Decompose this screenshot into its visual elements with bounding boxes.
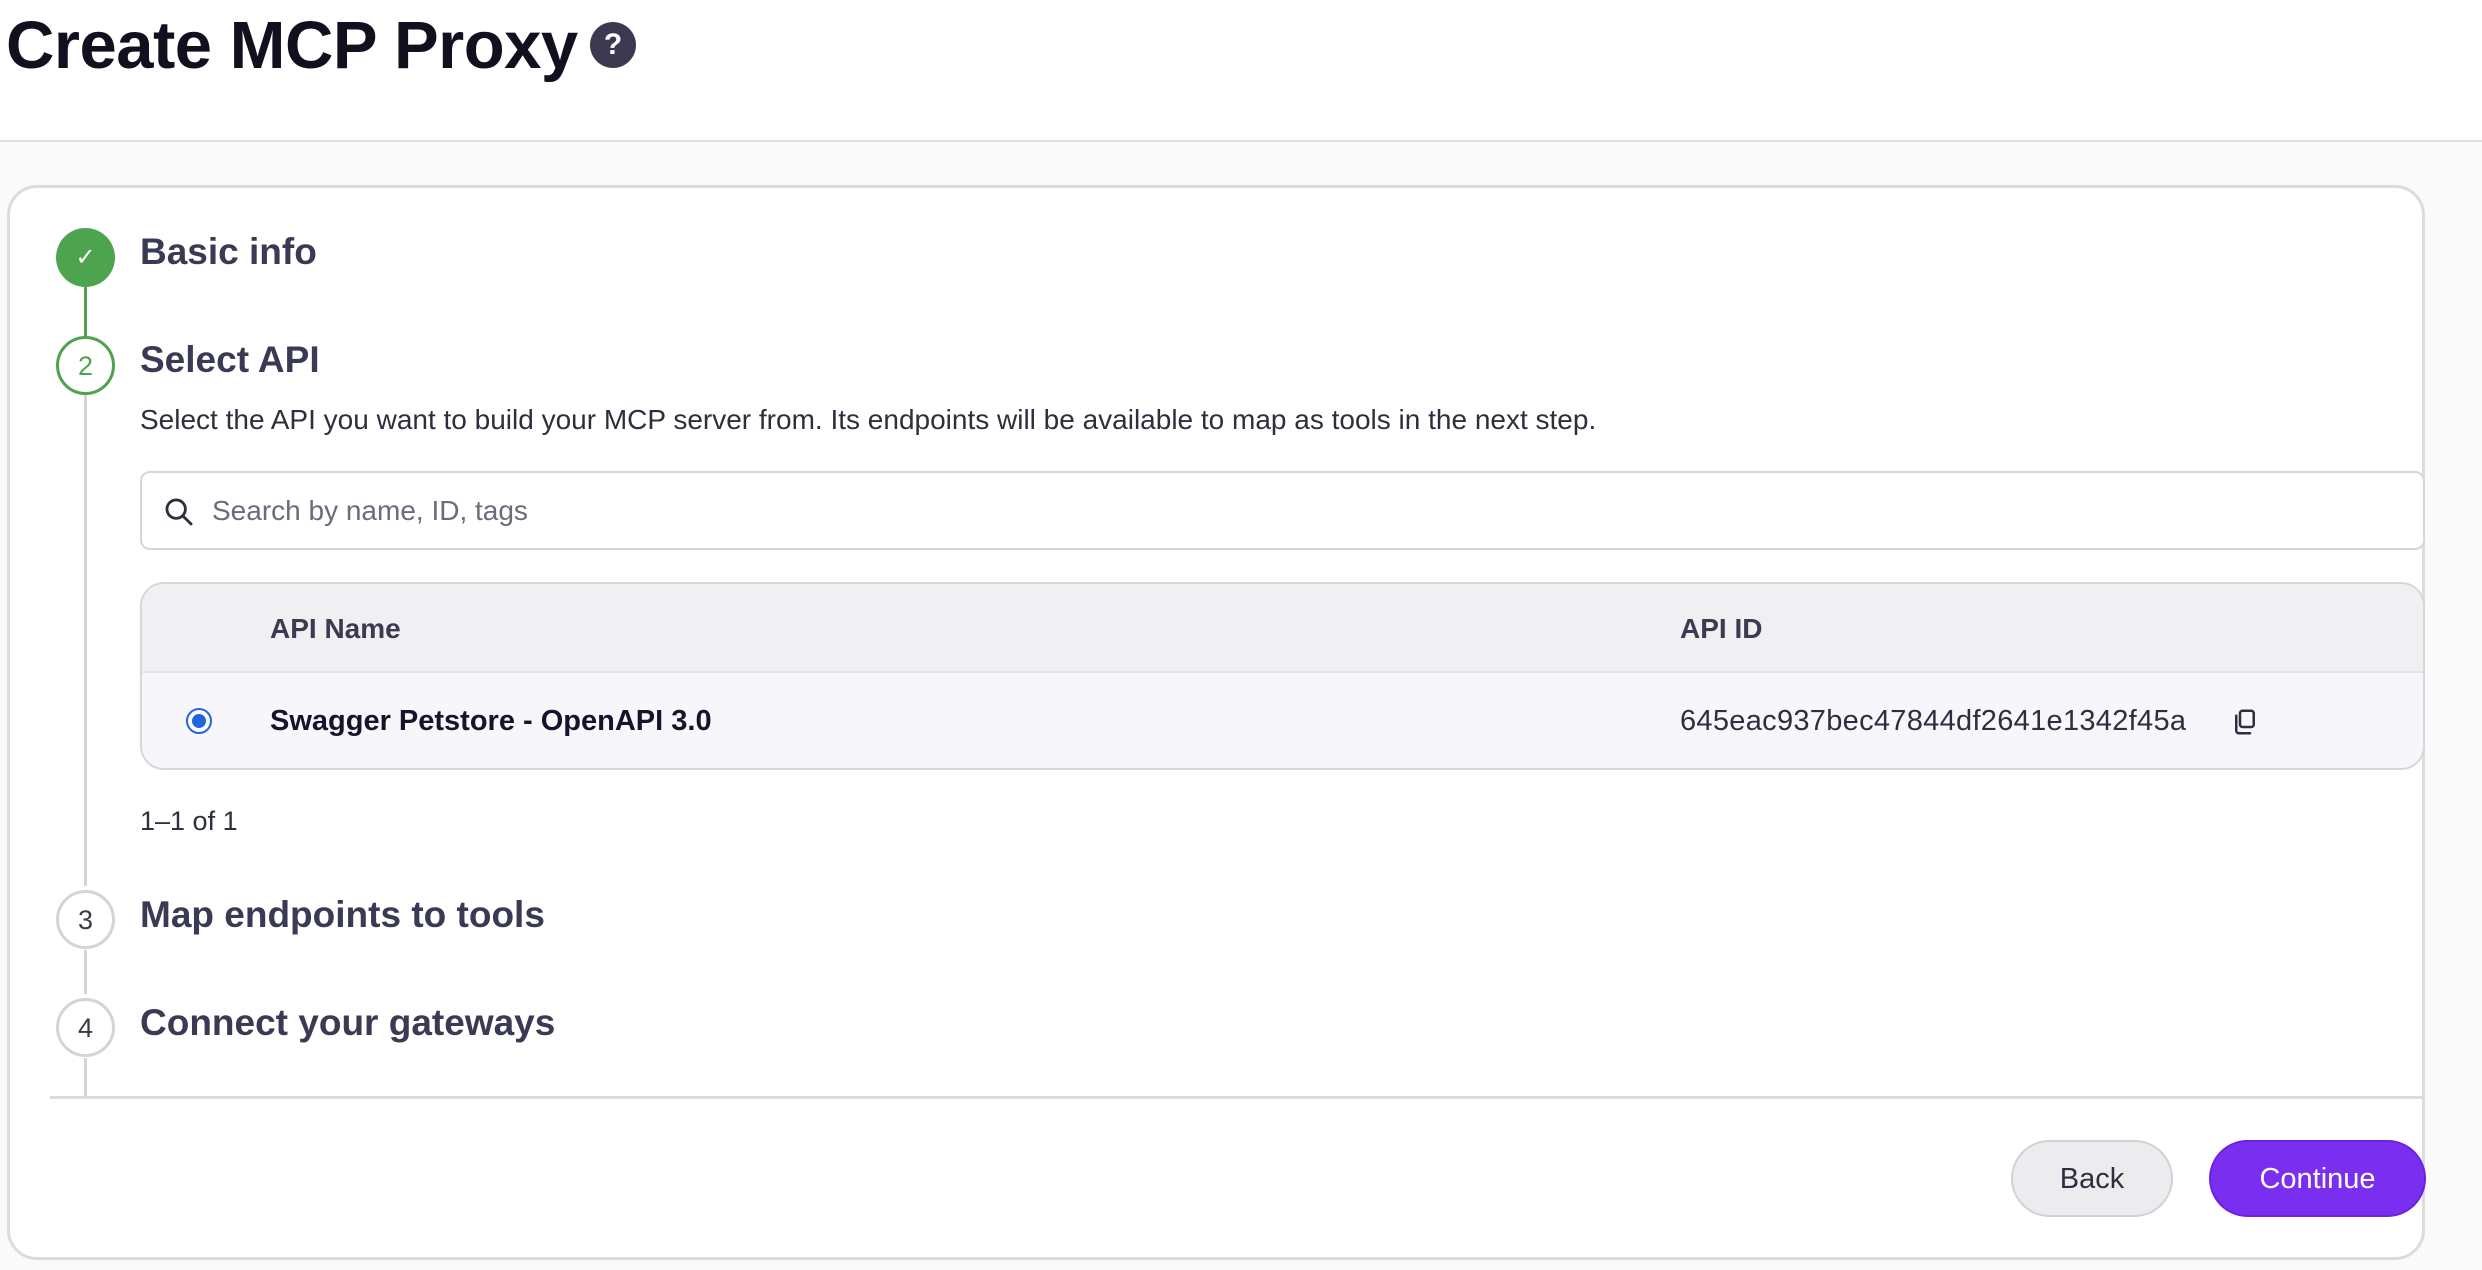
back-button[interactable]: Back <box>2011 1140 2173 1217</box>
step-3-indicator: 3 <box>56 890 115 949</box>
continue-button[interactable]: Continue <box>2209 1140 2426 1217</box>
stepper-connector <box>84 1058 87 1098</box>
step-1-complete-checkmark-icon[interactable]: ✓ <box>56 228 115 287</box>
search-box <box>140 471 2425 550</box>
table-header: API Name API ID <box>142 584 2423 673</box>
search-input[interactable] <box>210 473 2390 548</box>
api-table: API Name API ID Swagger Petstore - OpenA… <box>140 582 2425 770</box>
pagination-info: 1–1 of 1 <box>140 806 238 836</box>
step-2-indicator: 2 <box>56 336 115 395</box>
step-4-indicator: 4 <box>56 998 115 1057</box>
step-title-connect-gateways: Connect your gateways <box>140 1002 556 1043</box>
search-icon <box>165 498 193 526</box>
column-header-api-id[interactable]: API ID <box>1680 584 1762 673</box>
api-id-cell: 645eac937bec47844df2641e1342f45a <box>1680 705 2187 737</box>
step-description: Select the API you want to build your MC… <box>140 404 1597 435</box>
help-icon[interactable]: ? <box>590 22 636 68</box>
stepper-connector <box>84 287 87 337</box>
table-row[interactable]: Swagger Petstore - OpenAPI 3.0 645eac937… <box>142 673 2423 768</box>
step-title-basic-info[interactable]: Basic info <box>140 230 317 274</box>
copy-icon[interactable] <box>2230 706 2260 738</box>
page-title: Create MCP Proxy <box>6 8 578 83</box>
footer-divider <box>50 1096 2425 1099</box>
row-select-radio[interactable] <box>186 708 212 734</box>
stepper-connector <box>84 394 87 886</box>
api-name-cell: Swagger Petstore - OpenAPI 3.0 <box>270 705 712 737</box>
column-header-api-name[interactable]: API Name <box>270 584 401 673</box>
page-header: Create MCP Proxy ? <box>0 0 2482 142</box>
step-title-select-api: Select API <box>140 339 320 380</box>
stepper-connector <box>84 950 87 994</box>
step-title-map-endpoints: Map endpoints to tools <box>140 894 545 935</box>
